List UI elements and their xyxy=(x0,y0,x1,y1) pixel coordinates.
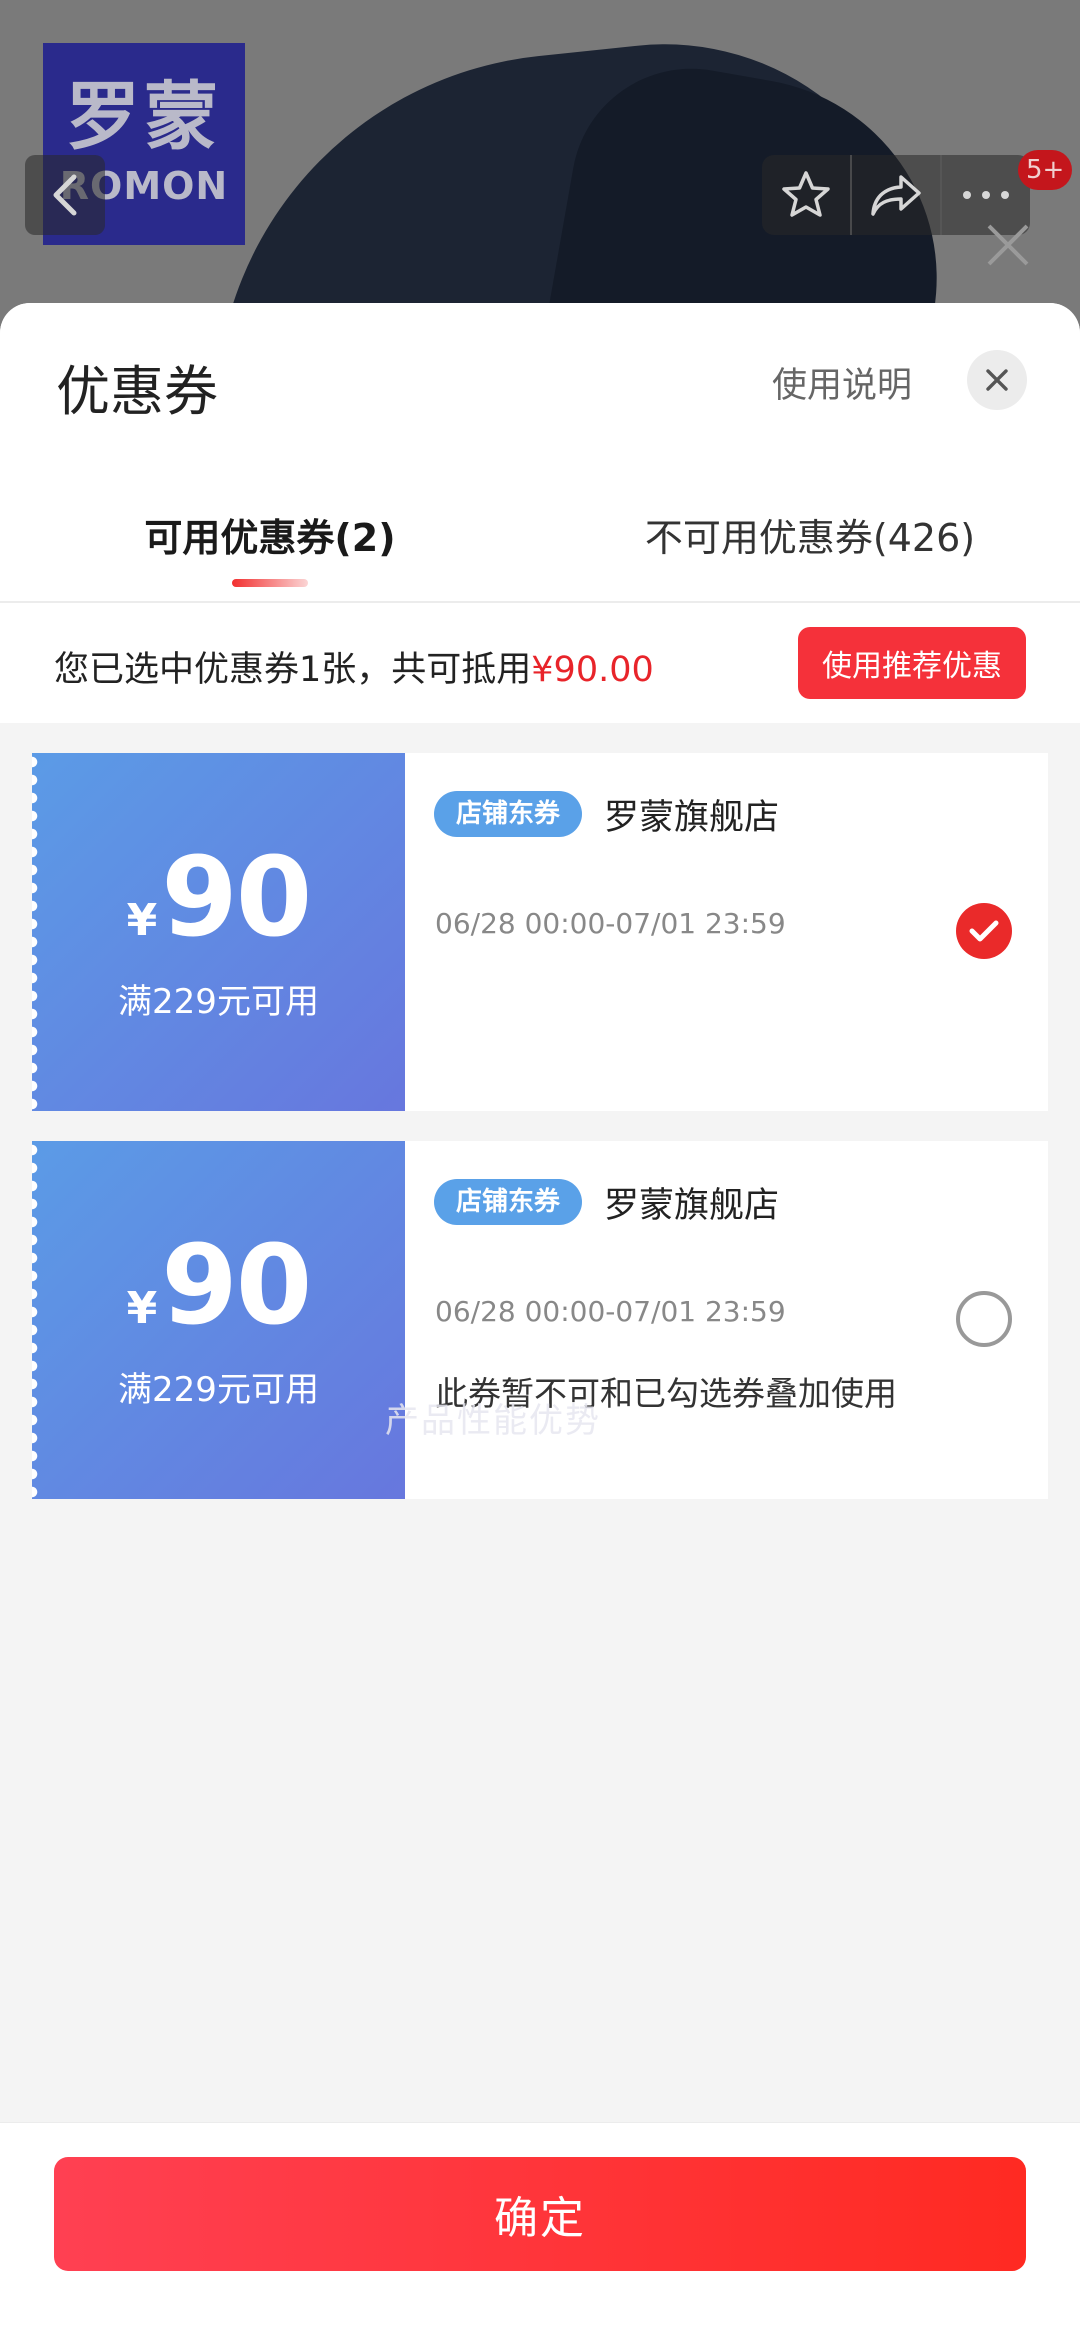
sheet-title: 优惠券 xyxy=(56,360,218,423)
tab-available-coupons[interactable]: 可用优惠券(2) xyxy=(0,503,540,601)
selection-summary: 您已选中优惠券1张，共可抵用¥90.00 使用推荐优惠 xyxy=(0,603,1080,723)
coupon-condition: 满229元可用 xyxy=(118,1369,319,1410)
confirm-button[interactable]: 确定 xyxy=(54,2157,1026,2271)
tab-unavailable-coupons[interactable]: 不可用优惠券(426) xyxy=(540,503,1080,601)
coupon-validity: 06/28 00:00-07/01 23:59 xyxy=(435,907,786,940)
cart-badge: 5+ xyxy=(1018,150,1073,190)
summary-amount: ¥90.00 xyxy=(531,650,654,690)
coupon-card[interactable]: ¥ 90 满229元可用 店铺东券 罗蒙旗舰店 06/28 00:00-07/0… xyxy=(32,753,1048,1111)
usage-help-link[interactable]: 使用说明 xyxy=(772,357,912,408)
share-button[interactable] xyxy=(852,155,942,235)
coupon-validity: 06/28 00:00-07/01 23:59 xyxy=(435,1295,786,1328)
share-icon xyxy=(871,175,921,216)
close-icon xyxy=(987,224,1029,266)
sheet-footer: 确定 xyxy=(0,2122,1080,2344)
coupon-checkbox-unchecked[interactable] xyxy=(956,1291,1012,1347)
coupon-card[interactable]: ¥ 90 满229元可用 店铺东券 罗蒙旗舰店 06/28 00:00-07/0… xyxy=(32,1141,1048,1499)
coupon-sheet: 优惠券 使用说明 可用优惠券(2) 不可用优惠券(426) 您已选中优惠券1张，… xyxy=(0,303,1080,2344)
close-icon xyxy=(986,369,1008,391)
back-button[interactable] xyxy=(25,155,105,235)
checkmark-icon xyxy=(969,920,999,942)
currency-symbol: ¥ xyxy=(126,1282,158,1334)
coupon-type-tag: 店铺东券 xyxy=(434,791,583,837)
active-tab-indicator xyxy=(232,579,308,587)
use-recommended-button[interactable]: 使用推荐优惠 xyxy=(798,627,1026,699)
coupon-shop-name: 罗蒙旗舰店 xyxy=(604,798,780,838)
watermark-text: 产品性能优势 xyxy=(385,1401,601,1441)
coupon-amount: 90 xyxy=(161,1220,312,1349)
product-page-background: 罗蒙 ROMON 5+ xyxy=(0,0,1080,340)
coupon-checkbox-checked[interactable] xyxy=(956,903,1012,959)
favorite-button[interactable] xyxy=(762,155,852,235)
currency-symbol: ¥ xyxy=(126,894,158,946)
coupon-amount: 90 xyxy=(161,832,312,961)
more-icon xyxy=(963,191,1009,199)
star-icon xyxy=(782,171,830,217)
close-button[interactable] xyxy=(967,350,1027,410)
coupon-type-tag: 店铺东券 xyxy=(434,1179,583,1225)
coupon-condition: 满229元可用 xyxy=(118,981,319,1022)
coupon-tabs: 可用优惠券(2) 不可用优惠券(426) xyxy=(0,503,1080,603)
summary-text: 您已选中优惠券1张，共可抵用 xyxy=(54,650,532,690)
coupon-shop-name: 罗蒙旗舰店 xyxy=(604,1186,780,1226)
sheet-header: 优惠券 使用说明 可用优惠券(2) 不可用优惠券(426) xyxy=(0,303,1080,603)
chevron-left-icon xyxy=(53,174,77,216)
